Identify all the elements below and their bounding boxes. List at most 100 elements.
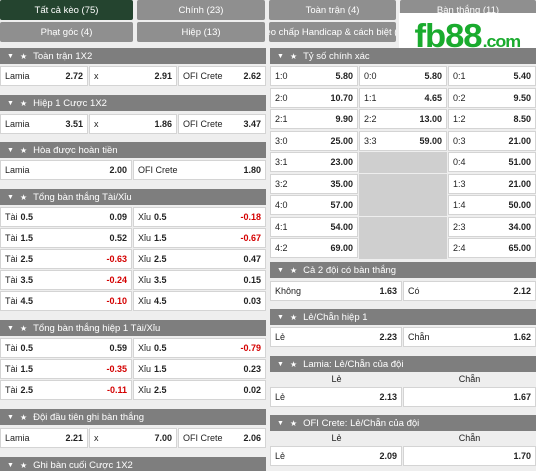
tab-corners[interactable]: Phạt góc (4) bbox=[0, 22, 133, 42]
star-icon[interactable]: ★ bbox=[20, 324, 27, 333]
odds-button-score[interactable]: 0:2 9.50 bbox=[448, 88, 536, 108]
tab-handicap[interactable]: Kèo chấp Handicap & cách biệt (3) bbox=[269, 22, 396, 42]
odds-button-home[interactable]: Lamia 2.72 bbox=[0, 66, 88, 86]
odds-button-over[interactable]: Tài 3.5 -0.24 bbox=[0, 270, 132, 290]
odds-button-score[interactable]: 0:1 5.40 bbox=[448, 66, 536, 86]
section-header-first-goal[interactable]: ▼ ★ Đội đầu tiên ghi bàn thắng bbox=[0, 409, 266, 425]
section-header-over-under[interactable]: ▼ ★ Tổng bàn thắng Tài/Xỉu bbox=[0, 189, 266, 205]
odds-button-draw[interactable]: x 7.00 bbox=[89, 428, 177, 448]
star-icon[interactable]: ★ bbox=[290, 52, 297, 61]
odds-button-score[interactable]: 2:3 34.00 bbox=[448, 217, 536, 237]
section-header-odd-even-ofi[interactable]: ▼ ★ OFI Crete: Lẻ/Chẵn của đội bbox=[270, 415, 536, 431]
star-icon[interactable]: ★ bbox=[290, 266, 297, 275]
star-icon[interactable]: ★ bbox=[290, 360, 297, 369]
star-icon[interactable]: ★ bbox=[290, 419, 297, 428]
odds-button-under[interactable]: Xỉu 1.5 -0.67 bbox=[133, 228, 266, 248]
odds-button-away[interactable]: OFI Crete 1.80 bbox=[133, 160, 266, 180]
chevron-down-icon: ▼ bbox=[277, 266, 284, 274]
odds-button-score[interactable]: 2:2 13.00 bbox=[359, 109, 447, 129]
section-header-btts[interactable]: ▼ ★ Cả 2 đội có bàn thắng bbox=[270, 262, 536, 278]
star-icon[interactable]: ★ bbox=[20, 146, 27, 155]
odds-button-over[interactable]: Tài 1.5 0.52 bbox=[0, 228, 132, 248]
odds-button-under[interactable]: Xỉu 1.5 0.23 bbox=[133, 359, 266, 379]
odds-button-odd[interactable]: Lẻ 2.13 bbox=[270, 387, 402, 407]
odds-button-score[interactable]: 4:2 69.00 bbox=[270, 238, 358, 258]
section-header-odd-even-ht[interactable]: ▼ ★ Lẻ/Chẵn hiệp 1 bbox=[270, 309, 536, 325]
odds-button-score[interactable]: 4:0 57.00 bbox=[270, 195, 358, 215]
odds-button-score[interactable]: 3:2 35.00 bbox=[270, 174, 358, 194]
chevron-down-icon: ▼ bbox=[277, 52, 284, 60]
odds-button-over[interactable]: Tài 2.5 -0.63 bbox=[0, 249, 132, 269]
odds-button-even[interactable]: 1.67 bbox=[403, 387, 536, 407]
odds-button-score[interactable]: 2:0 10.70 bbox=[270, 88, 358, 108]
odds-button-under[interactable]: Xỉu 0.5 -0.18 bbox=[133, 207, 266, 227]
market-row: Tài 1.5 0.52 Xỉu 1.5 -0.67 bbox=[0, 228, 266, 248]
odds-button-over[interactable]: Tài 1.5 -0.35 bbox=[0, 359, 132, 379]
section-header-ht-1x2[interactable]: ▼ ★ Hiệp 1 Cược 1X2 bbox=[0, 95, 266, 111]
section-header-ht-over-under[interactable]: ▼ ★ Tổng bàn thắng hiệp 1 Tài/Xỉu bbox=[0, 320, 266, 336]
odds-button-away[interactable]: OFI Crete 3.47 bbox=[178, 114, 266, 134]
odds-button-score[interactable]: 3:3 59.00 bbox=[359, 131, 447, 151]
market-row: Không 1.63 Có 2.12 bbox=[270, 281, 536, 301]
section-header-odd-even-lamia[interactable]: ▼ ★ Lamia: Lẻ/Chẵn của đội bbox=[270, 356, 536, 372]
odds-button-score[interactable]: 2:1 9.90 bbox=[270, 109, 358, 129]
odds-button-over[interactable]: Tài 2.5 -0.11 bbox=[0, 380, 132, 400]
section-header-dnb[interactable]: ▼ ★ Hòa được hoàn tiền bbox=[0, 142, 266, 158]
star-icon[interactable]: ★ bbox=[20, 193, 27, 202]
star-icon[interactable]: ★ bbox=[20, 99, 27, 108]
tab-main[interactable]: Chính (23) bbox=[137, 0, 265, 20]
odds-button-home[interactable]: Lamia 2.00 bbox=[0, 160, 132, 180]
odds-button-score[interactable]: 1:3 21.00 bbox=[448, 174, 536, 194]
odds-button-under[interactable]: Xỉu 4.5 0.03 bbox=[133, 291, 266, 311]
odds-button-score[interactable]: 1:2 8.50 bbox=[448, 109, 536, 129]
market-row: Lamia 2.00 OFI Crete 1.80 bbox=[0, 160, 266, 180]
star-icon[interactable]: ★ bbox=[20, 461, 27, 470]
odds-button-score[interactable]: 1:0 5.80 bbox=[270, 66, 358, 86]
odds-button-score[interactable]: 1:1 4.65 bbox=[359, 88, 447, 108]
odds-button-draw[interactable]: x 2.91 bbox=[89, 66, 177, 86]
odds-button-under[interactable]: Xỉu 2.5 0.47 bbox=[133, 249, 266, 269]
odds-button-yes[interactable]: Có 2.12 bbox=[403, 281, 536, 301]
odds-button-score[interactable]: 2:4 65.00 bbox=[448, 238, 536, 258]
odds-button-odd[interactable]: Lẻ 2.09 bbox=[270, 446, 402, 466]
chevron-down-icon: ▼ bbox=[7, 413, 14, 421]
odds-button-score[interactable]: 3:0 25.00 bbox=[270, 131, 358, 151]
star-icon[interactable]: ★ bbox=[290, 313, 297, 322]
odds-button-over[interactable]: Tài 0.5 0.59 bbox=[0, 338, 132, 358]
odds-button-no[interactable]: Không 1.63 bbox=[270, 281, 402, 301]
odds-button-under[interactable]: Xỉu 2.5 0.02 bbox=[133, 380, 266, 400]
chevron-down-icon: ▼ bbox=[7, 52, 14, 60]
odds-button-draw[interactable]: x 1.86 bbox=[89, 114, 177, 134]
odds-button-away[interactable]: OFI Crete 2.06 bbox=[178, 428, 266, 448]
odds-button-under[interactable]: Xỉu 3.5 0.15 bbox=[133, 270, 266, 290]
column-header-even: Chẵn bbox=[458, 374, 481, 384]
odds-button-home[interactable]: Lamia 2.21 bbox=[0, 428, 88, 448]
market-row: Lẻ 2.09 1.70 bbox=[270, 446, 536, 466]
odds-button-odd[interactable]: Lẻ 2.23 bbox=[270, 327, 402, 347]
odds-button-under[interactable]: Xỉu 0.5 -0.79 bbox=[133, 338, 266, 358]
odds-button-even[interactable]: 1.70 bbox=[403, 446, 536, 466]
odds-button-even[interactable]: Chẵn 1.62 bbox=[403, 327, 536, 347]
section-header-correct-score[interactable]: ▼ ★ Tỷ số chính xác bbox=[270, 48, 536, 64]
odds-button-score[interactable]: 0:0 5.80 bbox=[359, 66, 447, 86]
market-row: Lamia 2.21 x 7.00 OFI Crete 2.06 bbox=[0, 428, 266, 448]
section-header-last-goal[interactable]: ▼ ★ Ghi bàn cuối Cược 1X2 bbox=[0, 457, 266, 471]
odds-button-score[interactable]: 0:4 51.00 bbox=[448, 152, 536, 172]
star-icon[interactable]: ★ bbox=[20, 413, 27, 422]
market-row: Tài 0.5 0.09 Xỉu 0.5 -0.18 bbox=[0, 207, 266, 227]
odds-button-away[interactable]: OFI Crete 2.62 bbox=[178, 66, 266, 86]
odds-button-score[interactable]: 3:1 23.00 bbox=[270, 152, 358, 172]
odds-button-over[interactable]: Tài 0.5 0.09 bbox=[0, 207, 132, 227]
star-icon[interactable]: ★ bbox=[20, 52, 27, 61]
tab-all[interactable]: Tất cả kèo (75) bbox=[0, 0, 133, 20]
odds-button-score[interactable]: 0:3 21.00 bbox=[448, 131, 536, 151]
odds-button-score[interactable]: 1:4 50.00 bbox=[448, 195, 536, 215]
tab-half[interactable]: Hiệp (13) bbox=[137, 22, 265, 42]
market-row: Lẻ 2.23 Chẵn 1.62 bbox=[270, 327, 536, 347]
chevron-down-icon: ▼ bbox=[277, 419, 284, 427]
odds-button-score[interactable]: 4:1 54.00 bbox=[270, 217, 358, 237]
odds-button-over[interactable]: Tài 4.5 -0.10 bbox=[0, 291, 132, 311]
odds-button-home[interactable]: Lamia 3.51 bbox=[0, 114, 88, 134]
tab-full-match[interactable]: Toàn trận (4) bbox=[269, 0, 396, 20]
section-header-ft-1x2[interactable]: ▼ ★ Toàn trận 1X2 bbox=[0, 48, 266, 64]
